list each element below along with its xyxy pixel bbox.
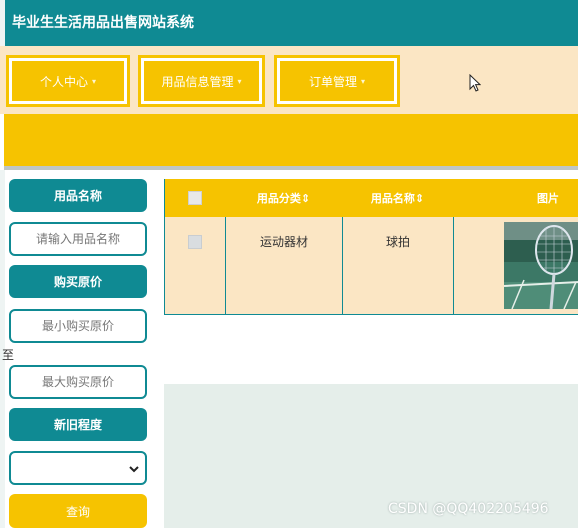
query-button[interactable]: 查询 [9,494,147,528]
goods-table: 用品分类⇕ 用品名称⇕ 图片 运动器材 球拍 [164,179,578,315]
nav-label: 订单管理 [308,74,357,89]
nav-order-management[interactable]: 订单管理 ▾ [274,55,400,107]
condition-select[interactable] [9,451,147,485]
original-price-label: 购买原价 [9,265,147,298]
column-header-category[interactable]: 用品分类⇕ [225,179,342,217]
condition-label: 新旧程度 [9,408,147,441]
max-price-input[interactable] [9,365,147,399]
caret-down-icon: ▾ [361,76,366,86]
nav-goods-management[interactable]: 用品信息管理 ▾ [138,55,265,107]
banner-band [4,114,578,166]
mouse-pointer-icon [469,74,481,92]
site-title: 毕业生生活用品出售网站系统 [12,15,194,31]
row-checkbox[interactable] [188,235,202,249]
column-header-name[interactable]: 用品名称⇕ [342,179,453,217]
cell-name: 球拍 [385,235,410,249]
nav-label: 用品信息管理 [161,74,234,89]
cell-border [453,217,454,314]
chevron-down-icon [129,466,139,473]
top-header-bar: 毕业生生活用品出售网站系统 [0,0,578,46]
watermark: CSDN @QQ402205496 [388,501,549,517]
goods-name-input[interactable] [9,222,147,256]
divider [4,166,578,170]
range-separator: 至 [2,348,15,362]
racket-photo [504,222,578,309]
caret-down-icon: ▾ [237,76,242,86]
goods-name-label: 用品名称 [9,179,147,212]
caret-down-icon: ▾ [92,76,97,86]
nav-personal-center[interactable]: 个人中心 ▾ [6,55,130,107]
window-edge [0,0,5,46]
select-all-checkbox[interactable] [188,191,202,205]
min-price-input[interactable] [9,309,147,343]
column-header-image: 图片 [537,192,559,205]
nav-label: 个人中心 [39,74,88,89]
cell-category: 运动器材 [259,235,308,249]
table-row[interactable]: 运动器材 球拍 [165,217,578,314]
table-header-row: 用品分类⇕ 用品名称⇕ 图片 [165,179,578,217]
